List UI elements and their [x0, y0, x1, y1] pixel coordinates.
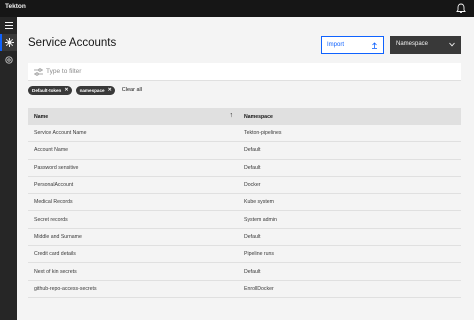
app-name[interactable]: Tekton	[5, 3, 26, 10]
namespace-dropdown-label: Namespace	[396, 41, 429, 47]
table-row[interactable]: Next of kin secrets Default	[28, 263, 461, 281]
filter-tag[interactable]: Default-token ✕	[28, 85, 72, 95]
cell-name: Account Name	[34, 147, 69, 154]
cell-name: PersonalAccount	[34, 182, 74, 189]
service-accounts-table: Name ↑ Namespace Service Account Name Tek…	[28, 108, 461, 298]
notification-icon[interactable]	[456, 3, 466, 14]
cell-name: Service Account Name	[34, 130, 87, 137]
sort-arrow-icon[interactable]: ↑	[230, 112, 234, 119]
column-header-name-label: Name	[34, 113, 49, 120]
table-header: Name ↑ Namespace	[28, 108, 461, 125]
import-button[interactable]: Import	[321, 36, 384, 54]
cell-name: Password sensitive	[34, 164, 79, 171]
nav-item-pipelines[interactable]	[0, 34, 17, 51]
filter-tag[interactable]: namespace ✕	[75, 85, 115, 95]
table-row[interactable]: Secret records System admin	[28, 211, 461, 229]
cell-namespace: Default	[244, 164, 261, 171]
cell-name: Middle and Surname	[34, 233, 82, 240]
main-content: Service Accounts Import Namespace Type t…	[17, 17, 474, 320]
table-row[interactable]: Credit card details Pipeline runs	[28, 246, 461, 264]
table-row[interactable]: Medical Records Kube system	[28, 194, 461, 212]
upload-icon	[372, 42, 377, 49]
nav-item-settings[interactable]	[0, 51, 17, 68]
menu-icon	[4, 22, 13, 29]
menu-button[interactable]	[0, 17, 17, 34]
cell-name: Medical Records	[34, 199, 73, 206]
cell-name: Next of kin secrets	[34, 268, 77, 275]
filter-input[interactable]: Type to filter	[28, 63, 461, 81]
import-button-label: Import	[327, 42, 345, 48]
cell-namespace: Docker	[244, 182, 261, 189]
cell-namespace: Pipeline runs	[244, 251, 274, 258]
side-navigation	[0, 17, 17, 320]
table-row[interactable]: PersonalAccount Docker	[28, 176, 461, 195]
table-row[interactable]: Account Name Default	[28, 142, 461, 160]
filter-tags: Default-token ✕ namespace ✕ Clear all	[28, 85, 142, 95]
header-bar: Tekton	[0, 0, 474, 17]
filter-tag-label: namespace	[79, 87, 105, 93]
cell-name: Credit card details	[34, 251, 76, 258]
cell-namespace: Default	[244, 268, 261, 275]
close-icon[interactable]: ✕	[64, 87, 68, 93]
column-header-name[interactable]: Name ↑	[28, 112, 239, 120]
filter-placeholder: Type to filter	[46, 68, 82, 75]
cell-name: github-repo-access-secrets	[34, 285, 97, 292]
page-title: Service Accounts	[28, 37, 117, 49]
close-icon[interactable]: ✕	[108, 87, 112, 93]
cell-name: Secret records	[34, 216, 68, 223]
chevron-down-icon	[449, 42, 455, 47]
cell-namespace: Default	[244, 233, 261, 240]
pipeline-icon	[5, 38, 14, 47]
clear-all-button[interactable]: Clear all	[122, 87, 142, 93]
table-row[interactable]: github-repo-access-secrets EnrollDocker	[28, 280, 461, 298]
table-row[interactable]: Middle and Surname Default	[28, 228, 461, 247]
table-row[interactable]: Service Account Name Tekton-pipelines	[28, 125, 461, 143]
column-header-namespace[interactable]: Namespace	[239, 114, 273, 120]
cell-namespace: Kube system	[244, 199, 274, 206]
cell-namespace: System admin	[244, 216, 277, 223]
settings-icon	[4, 55, 13, 64]
filter-tag-label: Default-token	[32, 87, 62, 93]
namespace-dropdown[interactable]: Namespace	[390, 36, 461, 54]
table-row[interactable]: Password sensitive Default	[28, 159, 461, 177]
filter-icon	[34, 68, 43, 76]
cell-namespace: Default	[244, 147, 261, 154]
cell-namespace: EnrollDocker	[244, 285, 274, 292]
cell-namespace: Tekton-pipelines	[244, 130, 282, 137]
